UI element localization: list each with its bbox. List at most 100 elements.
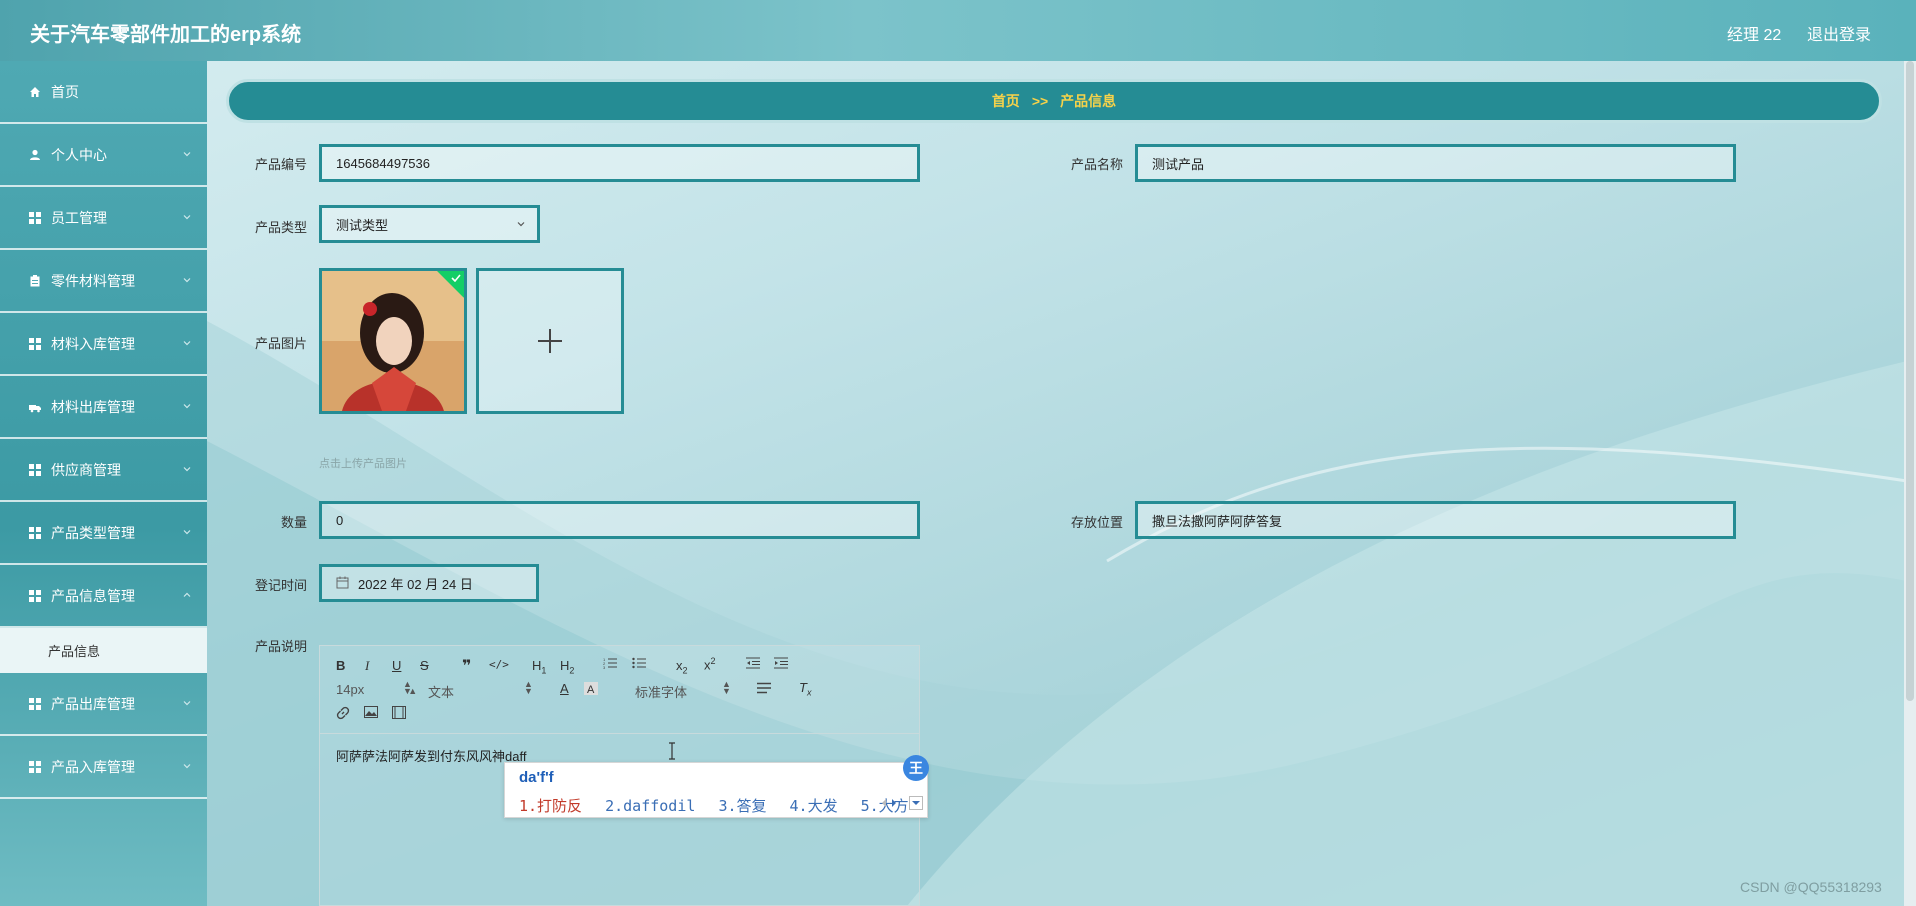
sidebar-item-label: 首页 [51,83,79,100]
link-icon[interactable] [336,706,350,723]
italic-button[interactable]: I [365,658,369,674]
watermark: CSDN @QQ55318293 [1740,879,1882,895]
sidebar-item-label: 个人中心 [51,146,107,163]
svg-text:A: A [587,684,595,695]
ordered-list-icon[interactable]: 123 [603,657,617,672]
portrait-image [322,271,464,411]
font-color-button[interactable]: A [560,681,569,696]
sidebar-item-product-info[interactable]: 产品信息管理 [0,565,207,628]
align-icon[interactable] [757,682,771,697]
sidebar-subitem-product-info[interactable]: 产品信息 [0,628,207,673]
sidebar-item-product-in[interactable]: 产品入库管理 [0,736,207,799]
product-image-thumbnail[interactable] [319,268,467,414]
ime-logo-badge: 王 [903,755,929,781]
current-user[interactable]: 经理 22 [1727,21,1781,45]
breadcrumb: 首页 >> 产品信息 [226,79,1882,123]
subscript-button[interactable]: x2 [676,658,688,676]
quantity-input[interactable]: 0 [319,501,920,539]
outdent-icon[interactable] [746,657,760,672]
reg-time-label: 登记时间 [254,578,307,593]
product-no-input[interactable]: 1645684497536 [319,144,920,182]
grid-icon [28,211,42,225]
sidebar-item-product-type[interactable]: 产品类型管理 [0,502,207,565]
home-icon [28,85,42,99]
image-icon[interactable] [364,706,378,721]
clipboard-icon [28,274,42,288]
breadcrumb-separator: >> [1031,93,1049,109]
superscript-button[interactable]: x2 [704,656,716,672]
check-icon [451,274,461,282]
sidebar-item-profile[interactable]: 个人中心 [0,124,207,187]
quantity-label: 数量 [280,515,307,530]
h2-button[interactable]: H2 [560,658,574,676]
logout-link[interactable]: 退出登录 [1807,21,1871,45]
ime-candidate-popup[interactable]: da'f'f 1.打防反 2.daffodil 3.答复 4.大发 5.大方 王 [504,755,929,818]
blockquote-button[interactable]: ❞ [462,656,471,676]
header-select[interactable]: 文本 [428,682,454,701]
sidebar-item-supplier[interactable]: 供应商管理 [0,439,207,502]
sidebar-item-parts[interactable]: 零件材料管理 [0,250,207,313]
sidebar-item-label: 材料入库管理 [51,335,135,352]
ime-candidate-list: 1.打防反 2.daffodil 3.答复 4.大发 5.大方 [519,795,923,816]
editor-content[interactable]: 阿萨萨法阿萨发到付东风风神daff [336,746,526,765]
location-value: 撒旦法撒阿萨阿萨答复 [1152,513,1283,529]
sidebar-item-home[interactable]: 首页 [0,61,207,124]
ime-candidate[interactable]: 1.打防反 [519,797,582,815]
sidebar-item-label: 产品入库管理 [51,758,135,775]
upload-add-button[interactable] [476,268,624,414]
product-no-value: 1645684497536 [336,155,430,171]
bullet-list-icon[interactable] [632,657,646,672]
grid-icon [28,463,42,477]
user-icon [28,148,42,162]
breadcrumb-home[interactable]: 首页 [992,91,1020,111]
editor-content-text: 阿萨萨法阿萨发到付东风风神 [336,749,506,764]
ime-candidate[interactable]: 3.答复 [718,797,766,815]
bold-button[interactable]: B [336,658,345,673]
ime-menu-dropdown-icon[interactable] [909,796,923,810]
reg-time-datepicker[interactable]: 2022 年 02 月 24 日 [319,564,539,602]
chevron-down-icon [183,404,191,409]
location-label: 存放位置 [1070,515,1123,530]
sidebar-item-material-out[interactable]: 材料出库管理 [0,376,207,439]
product-name-input[interactable]: 测试产品 [1135,144,1736,182]
ime-page-arrows-icon[interactable] [880,797,908,809]
code-button[interactable]: </> [489,658,509,671]
video-icon[interactable] [392,706,406,722]
highlight-icon[interactable]: A [584,682,598,698]
sidebar-item-staff[interactable]: 员工管理 [0,187,207,250]
underline-button[interactable]: U [392,658,401,673]
chevron-down-icon [517,222,525,227]
ime-composition: da'f'f [519,769,554,786]
chevron-down-icon [183,278,191,283]
clear-format-button[interactable]: Tx [799,680,811,698]
product-type-select[interactable]: 测试类型 [319,205,540,243]
grid-icon [28,760,42,774]
app-title: 关于汽车零部件加工的erp系统 [30,24,302,46]
svg-text:3: 3 [603,665,606,669]
page-scrollbar[interactable] [1904,61,1916,906]
sidebar-item-label: 员工管理 [51,209,107,226]
chevron-down-icon [183,152,191,157]
product-type-label: 产品类型 [254,220,307,235]
indent-icon[interactable] [774,657,788,672]
editor-toolbar: B I U S ❞ </> H1 H2 123 x2 x2 14px ▲ 文本 ▲… [320,646,919,734]
font-family-select[interactable]: 标准字体 [635,682,687,701]
chevron-down-icon [183,764,191,769]
scrollbar-thumb[interactable] [1906,61,1914,701]
grid-icon [28,337,42,351]
ime-candidate[interactable]: 2.daffodil [605,797,695,815]
product-type-value: 测试类型 [336,217,389,233]
grid-icon [28,526,42,540]
ime-candidate[interactable]: 4.大发 [790,797,838,815]
upload-hint: 点击上传产品图片 [319,458,407,470]
product-image-label: 产品图片 [254,336,307,351]
location-input[interactable]: 撒旦法撒阿萨阿萨答复 [1135,501,1736,539]
sidebar-item-material-in[interactable]: 材料入库管理 [0,313,207,376]
calendar-icon [336,576,350,590]
grid-icon [28,589,42,603]
breadcrumb-current: 产品信息 [1060,93,1117,109]
sidebar-item-product-out[interactable]: 产品出库管理 [0,673,207,736]
sidebar: 首页 个人中心 员工管理 零件材料管理 材料入库管理 材料出库管理 供应商管理 … [0,61,207,906]
strike-button[interactable]: S [420,658,429,673]
h1-button[interactable]: H1 [532,658,546,676]
